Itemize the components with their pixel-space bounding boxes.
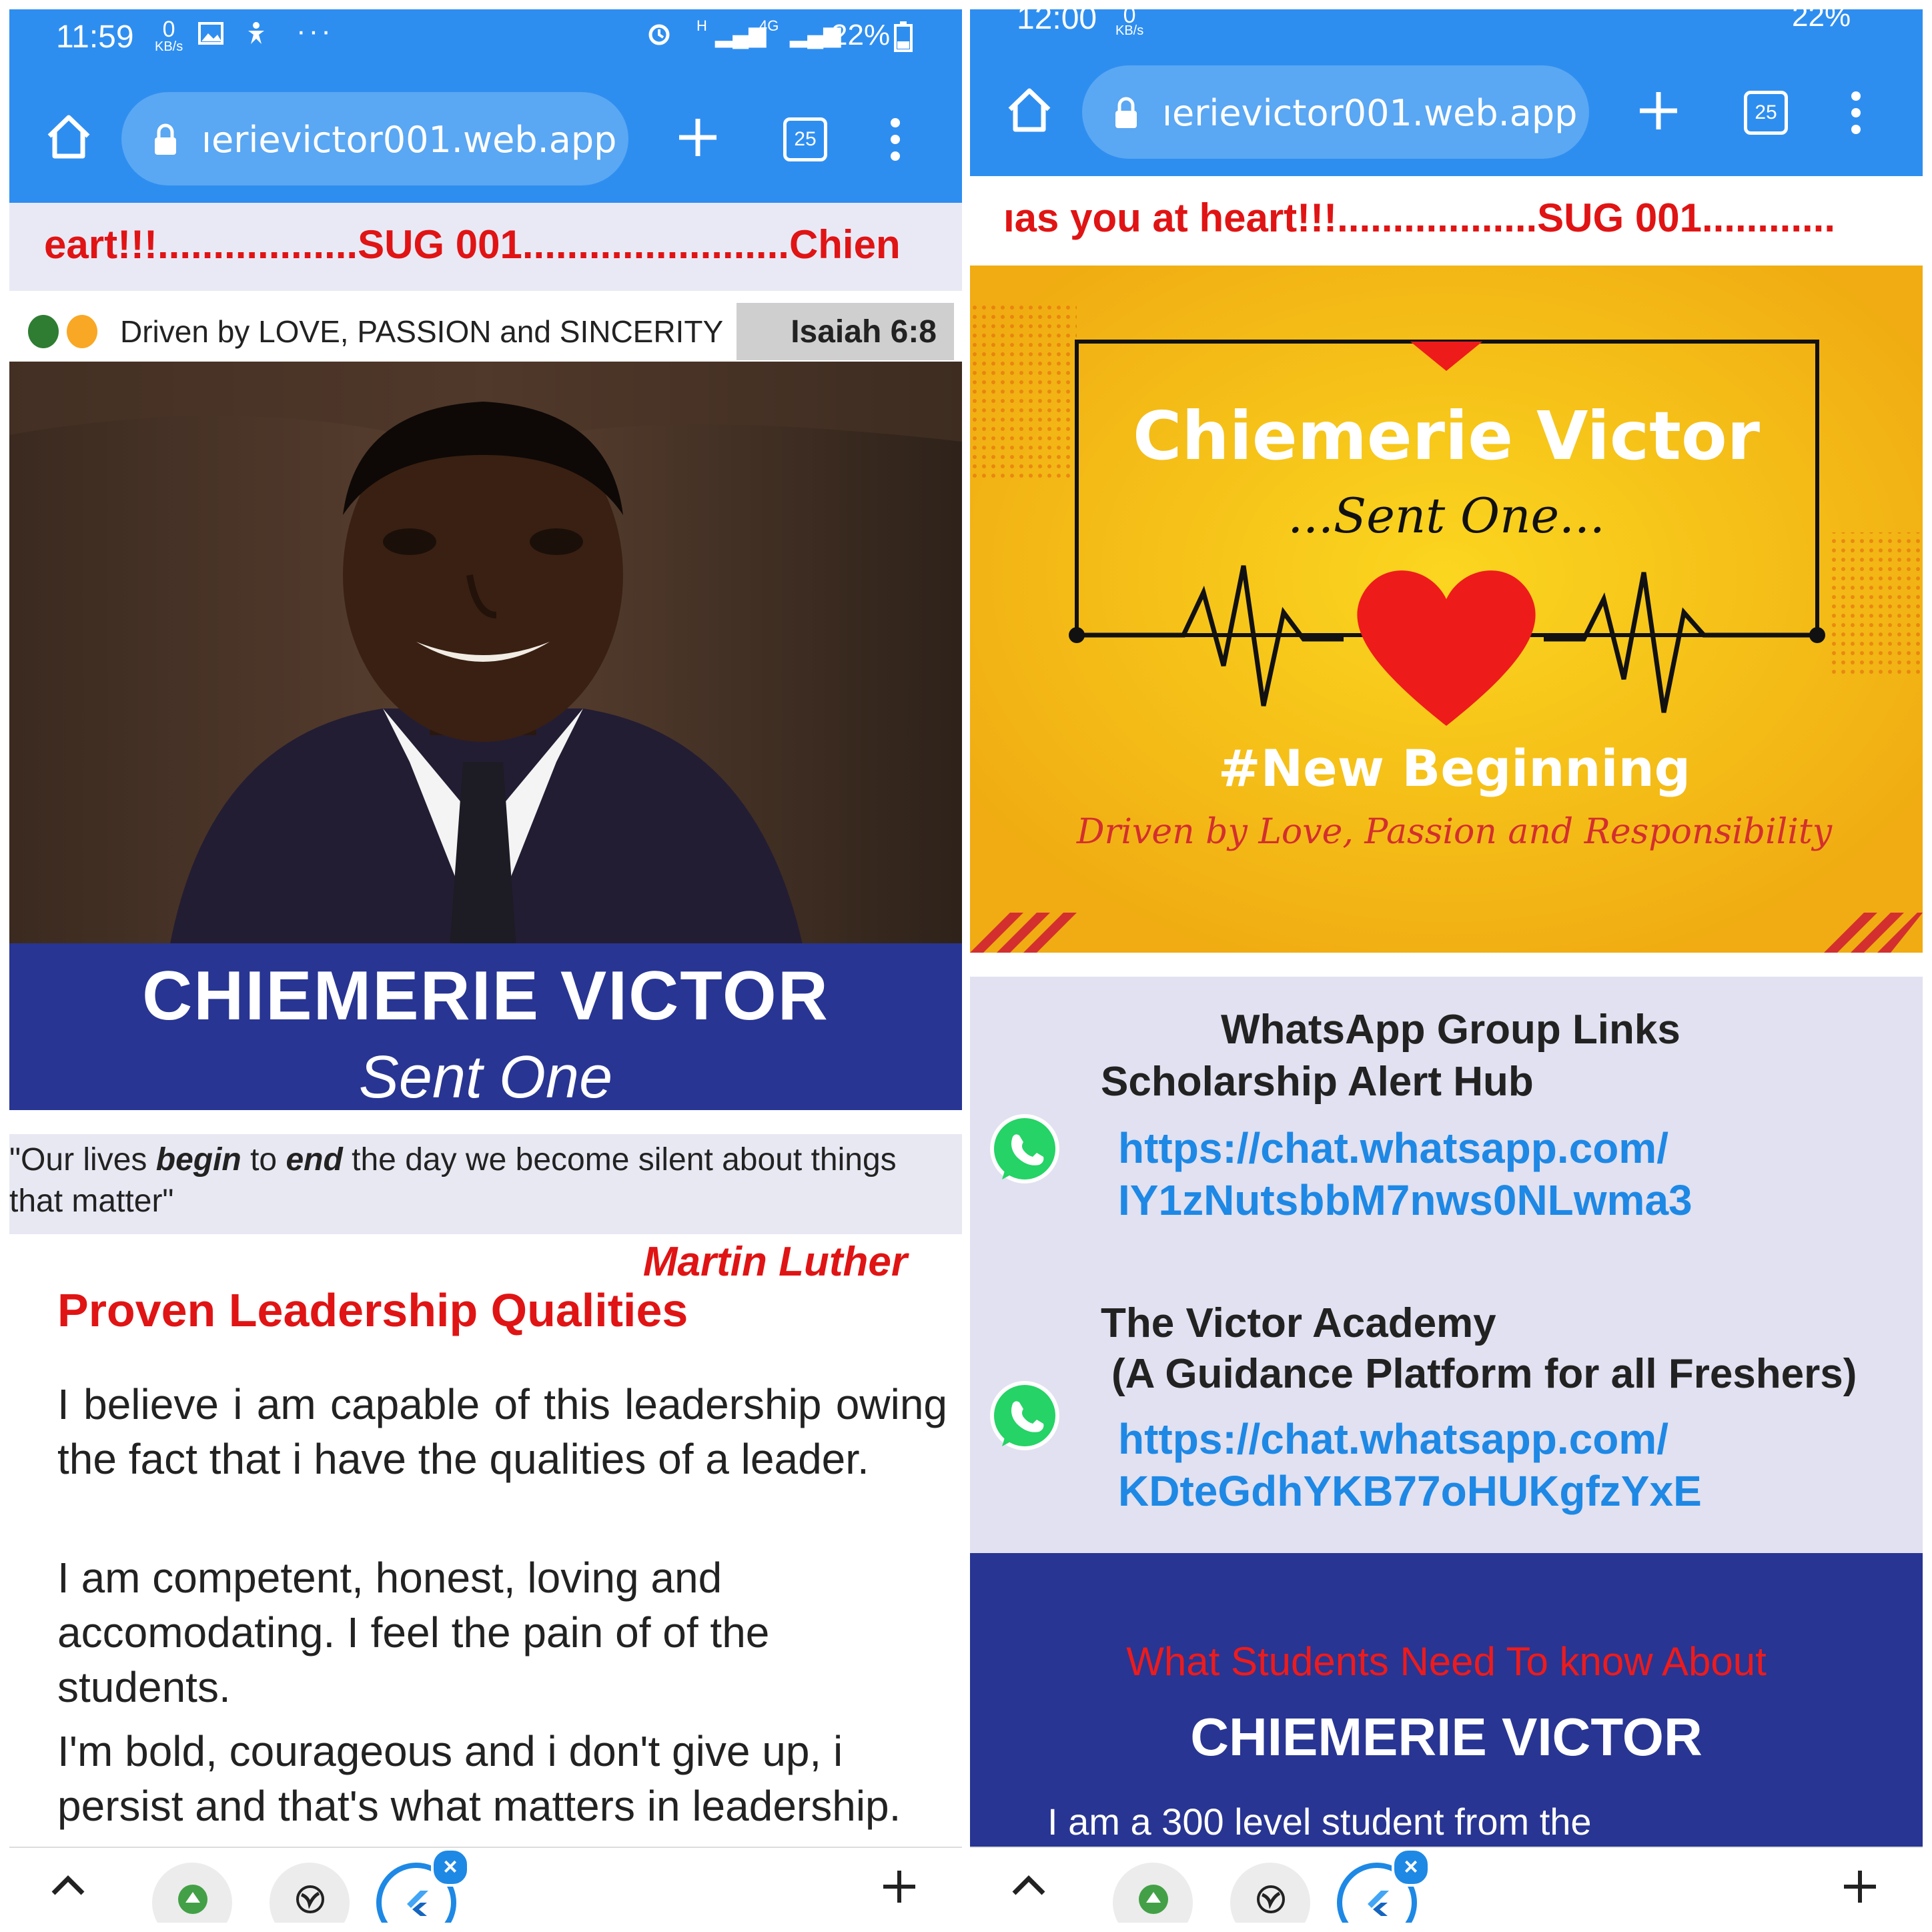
candidate-title: Sent One (358, 1044, 613, 1111)
section-title: Proven Leadership Qualities (57, 1284, 688, 1336)
status-bar: 12:00 0 KB/s 22% (970, 9, 1923, 49)
candidate-photo (9, 362, 962, 947)
whatsapp-heading: WhatsApp Group Links (1221, 1007, 1680, 1053)
banner-name: Chiemerie Victor (1133, 397, 1761, 475)
left-screenshot: 11:59 0 KB/s ··· H ▂▄▆ 4G ▂▄▆ 22% ıeriev… (9, 9, 962, 1923)
whatsapp-link-1[interactable]: https://chat.whatsapp.com/ IY1zNutsbbM7n… (1118, 1122, 1693, 1226)
name-banner: CHIEMERIE VICTOR Sent One (9, 943, 962, 1111)
battery-level: 22% (831, 19, 891, 51)
url-text: ıerievictor001.web.app (1162, 92, 1578, 134)
data-rate: 0 KB/s (155, 17, 183, 54)
close-icon[interactable]: × (431, 1848, 470, 1887)
globe-icon (296, 1885, 324, 1913)
status-time: 11:59 (56, 19, 134, 55)
chevron-up-icon[interactable] (49, 1873, 87, 1897)
whatsapp-icon (990, 1114, 1059, 1183)
paragraph-1: I believe i am capable of this leadershi… (57, 1380, 947, 1483)
candidate-name: CHIEMERIE VICTOR (142, 957, 829, 1035)
group-name-2: The Victor Academy (1101, 1300, 1496, 1346)
banner-subtitle: ...Sent One... (1288, 488, 1604, 544)
verse-reference: Isaiah 6:8 (791, 314, 937, 350)
flutter-icon (407, 1891, 428, 1916)
group-subtitle-2: (A Guidance Platform for all Freshers) (1111, 1351, 1857, 1397)
marquee-text: eart!!!..................SUG 001........… (44, 222, 901, 267)
about-name: CHIEMERIE VICTOR (1190, 1707, 1703, 1767)
marquee-banner: eart!!!..................SUG 001........… (9, 203, 962, 291)
app-icon (178, 1885, 207, 1914)
whatsapp-link-2[interactable]: https://chat.whatsapp.com/ KDteGdhYKB77o… (1118, 1413, 1702, 1517)
network-type-2: 4G (759, 17, 779, 34)
verse-box: Isaiah 6:8 (737, 303, 954, 360)
quote-box: "Our lives begin to end the day we becom… (9, 1134, 962, 1234)
banner-hashtag: #New Beginning (1218, 739, 1690, 798)
battery-level: 22% (1792, 9, 1851, 33)
close-icon[interactable]: × (1392, 1848, 1430, 1887)
party-logo-icon (67, 315, 97, 348)
address-bar[interactable]: ıerievictor001.web.app (121, 92, 628, 185)
menu-icon[interactable] (1849, 89, 1863, 136)
paragraph-2: I am competent, honest, loving and accom… (57, 1554, 770, 1711)
browser-bottom-bar: × (970, 1847, 1923, 1923)
whatsapp-links-section: WhatsApp Group Links Scholarship Alert H… (970, 977, 1923, 1557)
tabs-icon[interactable]: 25 (1744, 91, 1788, 135)
quote-author: Martin Luther (642, 1239, 907, 1285)
network-type: H (696, 17, 707, 34)
about-intro: What Students Need To know About (1126, 1639, 1767, 1684)
alarm-icon (648, 24, 670, 45)
tagline-row: Driven by LOVE, PASSION and SINCERITY Is… (9, 295, 962, 368)
quote-text: "Our lives begin to end the day we becom… (9, 1142, 897, 1219)
about-section: What Students Need To know About CHIEMER… (970, 1553, 1923, 1847)
menu-icon[interactable] (889, 116, 902, 163)
tabs-icon[interactable]: 25 (783, 117, 827, 161)
url-text: ıerievictor001.web.app (201, 119, 617, 161)
globe-icon (1257, 1885, 1285, 1913)
marquee-text: ıas you at heart!!!..................SUG… (1003, 195, 1835, 240)
campaign-banner-image: Chiemerie Victor ...Sent One... #New Beg… (970, 266, 1923, 953)
gallery-icon (198, 22, 223, 45)
home-icon[interactable] (44, 112, 93, 161)
paragraph-3: I'm bold, courageous and i don't give up… (57, 1727, 901, 1830)
chevron-up-icon[interactable] (1010, 1873, 1047, 1897)
new-tab-plus-icon[interactable] (676, 116, 719, 159)
about-text: I am a 300 level student from the (1047, 1801, 1592, 1843)
lock-icon (155, 123, 176, 155)
lock-icon (1115, 97, 1137, 128)
flutter-icon (1368, 1891, 1389, 1916)
tab-thumbnail-2[interactable] (270, 1863, 350, 1923)
whatsapp-icon (990, 1381, 1059, 1450)
status-time: 12:00 (1017, 9, 1097, 36)
tab-thumbnail-1[interactable] (1113, 1863, 1193, 1923)
tagline: Driven by LOVE, PASSION and SINCERITY (120, 314, 724, 349)
signal-icon: ▂▄▆ (715, 22, 767, 47)
tab-thumbnail-1[interactable] (152, 1863, 232, 1923)
browser-bottom-bar: × (9, 1847, 962, 1923)
accessibility-icon (248, 22, 264, 44)
status-more-icon: ··· (296, 15, 334, 47)
school-logo-icon (28, 315, 59, 348)
banner-slogan: Driven by Love, Passion and Responsibili… (1076, 812, 1833, 852)
tab-thumbnail-2[interactable] (1230, 1863, 1310, 1923)
browser-toolbar: ıerievictor001.web.app 25 (970, 49, 1923, 176)
battery-icon (894, 21, 913, 52)
add-tab-icon[interactable] (1841, 1868, 1879, 1905)
app-icon (1139, 1885, 1168, 1914)
add-tab-icon[interactable] (881, 1868, 918, 1905)
browser-toolbar: ıerievictor001.web.app 25 (9, 76, 962, 203)
group-name-1: Scholarship Alert Hub (1101, 1059, 1534, 1105)
address-bar[interactable]: ıerievictor001.web.app (1082, 65, 1589, 159)
marquee-banner: ıas you at heart!!!..................SUG… (970, 176, 1923, 264)
new-tab-plus-icon[interactable] (1637, 89, 1680, 132)
home-icon[interactable] (1005, 85, 1054, 135)
data-rate: 0 KB/s (1115, 9, 1144, 38)
right-screenshot: 12:00 0 KB/s 22% ıerievictor001.web.app … (970, 9, 1923, 1923)
status-bar: 11:59 0 KB/s ··· H ▂▄▆ 4G ▂▄▆ 22% (9, 9, 962, 76)
